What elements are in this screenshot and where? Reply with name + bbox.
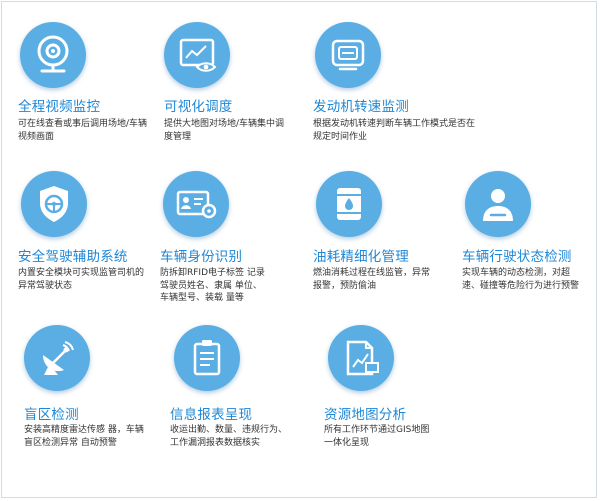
feature-description: 提供大地图对场地/车辆集中调度管理 [164, 119, 285, 142]
monitor-eye-icon [164, 22, 230, 88]
driver-icon [465, 171, 531, 237]
feature-description: 所有工作环节通过GIS地图一体化呈现 [324, 425, 430, 448]
feature-title: 发动机转速监测 [313, 99, 409, 115]
feature-title: 安全驾驶辅助系统 [18, 249, 128, 265]
feature-title: 全程视频监控 [18, 99, 101, 115]
feature-title: 车辆身份识别 [160, 249, 243, 265]
feature-description: 根据发动机转速判断车辆工作模式是否在规定时间作业 [313, 119, 476, 142]
webcam-icon [20, 22, 86, 88]
chart-map-icon [328, 325, 394, 391]
radar-dish-icon [24, 325, 90, 391]
feature-description: 可在线查看或事后调用场地/车辆视频画面 [18, 119, 148, 142]
feature-description: 燃油消耗过程在线监管，异常报警，预防偷油 [313, 268, 431, 291]
id-card-gear-icon [163, 171, 229, 237]
feature-title: 油耗精细化管理 [313, 249, 409, 265]
clipboard-report-icon [174, 325, 240, 391]
feature-description: 实现车辆的动态检测，对超速、碰撞等危险行为进行预警 [462, 268, 580, 291]
oil-barrel-icon [316, 171, 382, 237]
feature-description: 防拆卸RFID电子标签 记录驾驶员姓名、隶属 单位、车辆型号、装载 量等 [160, 268, 265, 303]
feature-title: 车辆行驶状态检测 [462, 249, 572, 265]
feature-title: 可视化调度 [164, 99, 233, 115]
feature-description: 内置安全模块可实现监管司机的异常驾驶状态 [18, 268, 145, 291]
feature-description: 安装高精度雷达传感 器，车辆盲区检测异常 自动预警 [24, 425, 144, 448]
shield-steering-icon [21, 171, 87, 237]
feature-title: 资源地图分析 [324, 407, 407, 423]
engine-meter-icon [315, 22, 381, 88]
feature-description: 收运出勤、数量、违规行为、工作漏洞报表数据核实 [170, 425, 288, 448]
feature-title: 盲区检测 [24, 407, 79, 423]
feature-title: 信息报表呈现 [170, 407, 253, 423]
